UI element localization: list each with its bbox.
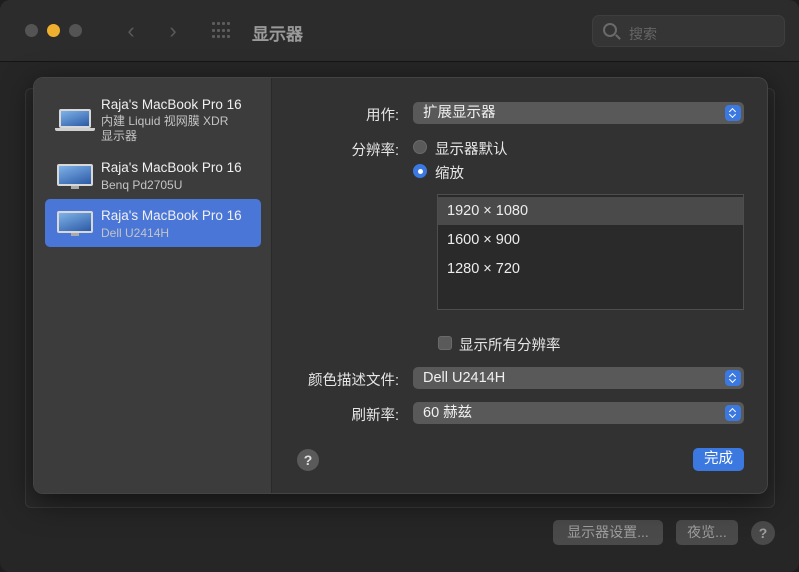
refresh-rate-label: 刷新率: bbox=[351, 408, 399, 424]
resolution-scaled-radio[interactable] bbox=[413, 164, 427, 178]
night-shift-button[interactable]: 夜览... bbox=[676, 520, 738, 545]
resolution-option[interactable]: 1920 × 1080 bbox=[438, 197, 743, 225]
resolution-default-radio[interactable] bbox=[413, 140, 427, 154]
use-as-popup[interactable]: 扩展显示器 bbox=[413, 102, 744, 124]
display-name: Raja's MacBook Pro 16 bbox=[101, 160, 242, 175]
back-icon[interactable]: ‹ bbox=[118, 18, 144, 44]
color-profile-value: Dell U2414H bbox=[423, 370, 506, 386]
background-help-button[interactable]: ? bbox=[751, 521, 775, 545]
show-all-grid-icon[interactable] bbox=[212, 22, 232, 40]
display-name: Raja's MacBook Pro 16 bbox=[101, 208, 242, 223]
close-window-button[interactable] bbox=[25, 24, 38, 37]
display-item-benq[interactable]: Raja's MacBook Pro 16 Benq Pd2705U bbox=[45, 152, 261, 200]
display-name: Raja's MacBook Pro 16 bbox=[101, 97, 242, 112]
search-input[interactable]: 搜索 bbox=[592, 15, 785, 47]
monitor-icon bbox=[57, 164, 93, 189]
display-options: 用作: 扩展显示器 分辨率: 显示器默认 缩放 1920 × 1080 1600… bbox=[272, 78, 767, 493]
resolution-option[interactable]: 1600 × 900 bbox=[438, 226, 743, 254]
monitor-icon bbox=[57, 211, 93, 236]
window-title: 显示器 bbox=[252, 25, 303, 44]
refresh-rate-popup[interactable]: 60 赫兹 bbox=[413, 402, 744, 424]
show-all-resolutions-label: 显示所有分辨率 bbox=[459, 338, 561, 354]
display-subtitle: Dell U2414H bbox=[101, 226, 170, 240]
display-item-builtin[interactable]: Raja's MacBook Pro 16 内建 Liquid 视网膜 XDR … bbox=[45, 92, 261, 143]
display-subtitle-2: 显示器 bbox=[101, 129, 138, 143]
refresh-rate-value: 60 赫兹 bbox=[423, 405, 473, 421]
show-all-resolutions-checkbox[interactable] bbox=[438, 336, 452, 350]
display-settings-sheet: Raja's MacBook Pro 16 内建 Liquid 视网膜 XDR … bbox=[33, 77, 768, 494]
use-as-label: 用作: bbox=[365, 108, 399, 124]
resolution-option[interactable]: 1280 × 720 bbox=[438, 255, 743, 283]
resolution-default-label: 显示器默认 bbox=[435, 142, 508, 158]
preferences-window: ‹ › 显示器 搜索 显示器设置... 夜览... ? Raja's MacBo… bbox=[0, 0, 799, 572]
resolution-list[interactable]: 1920 × 1080 1600 × 900 1280 × 720 bbox=[437, 194, 744, 310]
title-bar: ‹ › 显示器 搜索 bbox=[0, 0, 799, 62]
laptop-icon bbox=[55, 109, 95, 131]
display-item-dell[interactable]: Raja's MacBook Pro 16 Dell U2414H bbox=[45, 199, 261, 247]
resolution-scaled-label: 缩放 bbox=[435, 166, 464, 182]
resolution-label: 分辨率: bbox=[351, 143, 399, 159]
zoom-window-button[interactable] bbox=[69, 24, 82, 37]
display-list: Raja's MacBook Pro 16 内建 Liquid 视网膜 XDR … bbox=[34, 78, 272, 493]
color-profile-popup[interactable]: Dell U2414H bbox=[413, 367, 744, 389]
minimize-window-button[interactable] bbox=[47, 24, 60, 37]
search-placeholder: 搜索 bbox=[629, 26, 657, 42]
help-button[interactable]: ? bbox=[297, 449, 319, 471]
display-subtitle: Benq Pd2705U bbox=[101, 178, 183, 192]
display-subtitle: 内建 Liquid 视网膜 XDR bbox=[101, 114, 229, 128]
done-button[interactable]: 完成 bbox=[693, 448, 744, 471]
popup-arrows-icon bbox=[725, 405, 741, 421]
forward-icon[interactable]: › bbox=[160, 18, 186, 44]
color-profile-label: 颜色描述文件: bbox=[307, 373, 399, 389]
popup-arrows-icon bbox=[725, 105, 741, 121]
use-as-value: 扩展显示器 bbox=[423, 105, 496, 121]
display-settings-button[interactable]: 显示器设置... bbox=[553, 520, 663, 545]
popup-arrows-icon bbox=[725, 370, 741, 386]
search-icon bbox=[603, 23, 617, 37]
